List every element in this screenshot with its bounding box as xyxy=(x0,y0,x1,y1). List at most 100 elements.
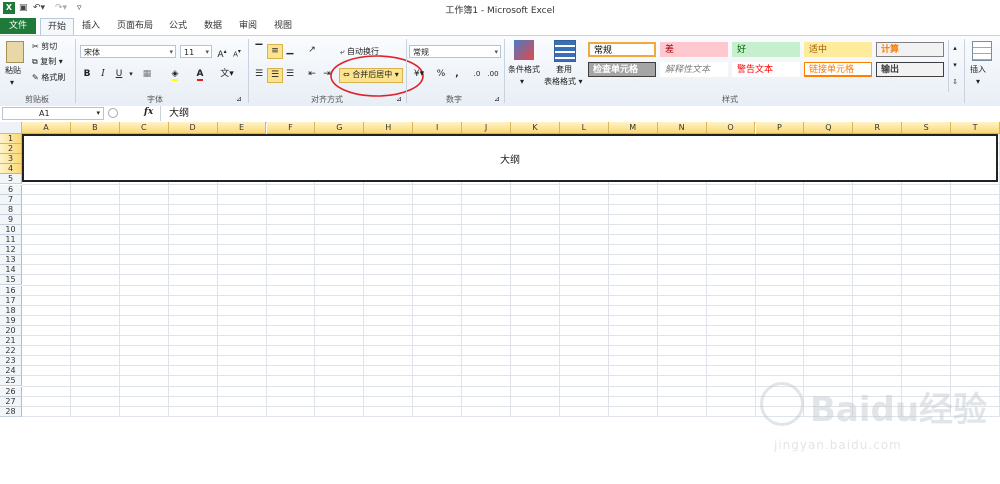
row-header[interactable]: 26 xyxy=(0,386,22,397)
row-header[interactable]: 9 xyxy=(0,214,22,225)
orientation-icon[interactable]: ↗ xyxy=(305,44,319,57)
row-header[interactable]: 24 xyxy=(0,366,22,377)
row-header[interactable]: 21 xyxy=(0,336,22,347)
font-dialog-launcher-icon[interactable]: ⊿ xyxy=(236,94,242,105)
italic-icon[interactable]: I xyxy=(96,68,110,81)
formula-input[interactable]: 大纲 xyxy=(160,106,1000,121)
cell-style-5[interactable]: 检查单元格 xyxy=(588,62,656,77)
column-header[interactable]: F xyxy=(266,122,316,134)
decrease-indent-icon[interactable]: ⇤ xyxy=(305,68,319,81)
row-header[interactable]: 4 xyxy=(0,164,22,175)
column-header[interactable]: O xyxy=(706,122,756,134)
copy-button[interactable]: ⧉ 复制 ▾ xyxy=(32,56,63,67)
row-header[interactable]: 23 xyxy=(0,356,22,367)
column-header[interactable]: S xyxy=(902,122,952,134)
name-box[interactable]: A1 ▾ xyxy=(2,107,104,120)
row-header[interactable]: 6 xyxy=(0,184,22,195)
row-header[interactable]: 10 xyxy=(0,224,22,235)
comma-button[interactable]: , xyxy=(450,68,464,81)
align-left-icon[interactable]: ☰ xyxy=(252,68,266,81)
font-color-icon[interactable]: A xyxy=(193,68,207,81)
row-header[interactable]: 13 xyxy=(0,255,22,266)
row-header[interactable]: 14 xyxy=(0,265,22,276)
cell-style-3[interactable]: 适中 xyxy=(804,42,872,57)
row-header[interactable]: 20 xyxy=(0,325,22,336)
paste-icon[interactable] xyxy=(6,41,24,63)
insert-cells-icon[interactable] xyxy=(972,41,992,61)
row-header[interactable]: 17 xyxy=(0,295,22,306)
column-header[interactable]: N xyxy=(657,122,707,134)
tab-home[interactable]: 开始 xyxy=(40,18,74,36)
increase-decimal-icon[interactable]: .0 xyxy=(470,68,484,81)
font-name-combo[interactable]: 宋体 ▾ xyxy=(80,45,176,58)
row-header[interactable]: 7 xyxy=(0,194,22,205)
chevron-down-icon[interactable]: ▾ xyxy=(96,108,100,119)
column-header[interactable]: P xyxy=(755,122,805,134)
column-header[interactable]: T xyxy=(951,122,1000,134)
row-header[interactable]: 19 xyxy=(0,315,22,326)
cut-button[interactable]: ✂ 剪切 xyxy=(32,41,57,52)
grow-font-icon[interactable]: A▴ xyxy=(215,45,229,60)
column-header[interactable]: M xyxy=(608,122,658,134)
decrease-decimal-icon[interactable]: .00 xyxy=(486,68,500,81)
align-right-icon[interactable]: ☰ xyxy=(283,68,297,81)
column-header[interactable]: K xyxy=(511,122,560,134)
cell-style-9[interactable]: 输出 xyxy=(876,62,944,77)
row-header[interactable]: 3 xyxy=(0,154,22,165)
select-all-corner[interactable] xyxy=(0,122,22,134)
column-header[interactable]: B xyxy=(70,122,120,134)
column-header[interactable]: E xyxy=(217,122,267,134)
tab-page-layout[interactable]: 页面布局 xyxy=(110,18,160,34)
merged-cell-a1-t4[interactable]: 大纲 xyxy=(22,134,998,182)
insert-function-button[interactable]: fx xyxy=(144,107,153,117)
row-header[interactable]: 5 xyxy=(0,174,22,185)
tab-insert[interactable]: 插入 xyxy=(76,18,106,34)
shrink-font-icon[interactable]: A▾ xyxy=(230,45,244,58)
phonetic-icon[interactable]: 文▾ xyxy=(220,68,234,81)
column-header[interactable]: G xyxy=(315,122,365,134)
cell-style-0[interactable]: 常规 xyxy=(588,42,656,57)
row-header[interactable]: 12 xyxy=(0,245,22,256)
conditional-format-dropdown-icon[interactable]: ▾ xyxy=(520,76,524,87)
column-header[interactable]: J xyxy=(462,122,511,134)
bold-icon[interactable]: B xyxy=(80,68,94,81)
row-header[interactable]: 22 xyxy=(0,346,22,357)
align-center-icon[interactable]: ☰ xyxy=(267,68,283,83)
column-header[interactable]: I xyxy=(413,122,463,134)
fill-color-icon[interactable]: ◈ xyxy=(168,68,182,81)
cell-style-7[interactable]: 警告文本 xyxy=(732,62,800,77)
column-header[interactable]: Q xyxy=(804,122,854,134)
tab-file[interactable]: 文件 xyxy=(0,18,36,34)
column-header[interactable]: D xyxy=(168,122,218,134)
paste-dropdown-icon[interactable]: ▾ xyxy=(10,77,14,88)
row-header[interactable]: 8 xyxy=(0,204,22,215)
row-header[interactable]: 18 xyxy=(0,305,22,316)
conditional-format-button[interactable]: 条件格式 xyxy=(508,64,540,75)
column-header[interactable]: L xyxy=(559,122,609,134)
row-header[interactable]: 27 xyxy=(0,396,22,407)
row-header[interactable]: 1 xyxy=(0,134,22,145)
align-middle-icon[interactable]: ≡ xyxy=(267,44,283,59)
row-header[interactable]: 16 xyxy=(0,285,22,296)
percent-button[interactable]: % xyxy=(434,68,448,81)
tab-view[interactable]: 视图 xyxy=(268,18,298,34)
row-header[interactable]: 2 xyxy=(0,144,22,155)
cell-style-4[interactable]: 计算 xyxy=(876,42,944,57)
format-as-table-label-1[interactable]: 套用 xyxy=(556,64,572,75)
tab-data[interactable]: 数据 xyxy=(198,18,228,34)
cell-style-1[interactable]: 差 xyxy=(660,42,728,57)
align-top-icon[interactable]: ▔ xyxy=(252,44,266,57)
paste-button[interactable]: 粘贴 xyxy=(5,65,21,76)
chevron-down-icon[interactable]: ▾ xyxy=(205,46,209,59)
insert-dropdown-icon[interactable]: ▾ xyxy=(976,76,980,87)
number-format-combo[interactable]: 常规 ▾ xyxy=(409,45,501,58)
format-as-table-icon[interactable] xyxy=(554,40,576,62)
currency-icon[interactable]: ¥▾ xyxy=(412,68,426,81)
conditional-format-icon[interactable] xyxy=(514,40,534,60)
column-header[interactable]: A xyxy=(22,122,71,134)
column-header[interactable]: H xyxy=(364,122,414,134)
tab-review[interactable]: 审阅 xyxy=(233,18,263,34)
number-dialog-launcher-icon[interactable]: ⊿ xyxy=(494,94,500,105)
chevron-down-icon[interactable]: ▾ xyxy=(169,46,173,59)
border-icon[interactable]: ▦ xyxy=(140,68,154,81)
